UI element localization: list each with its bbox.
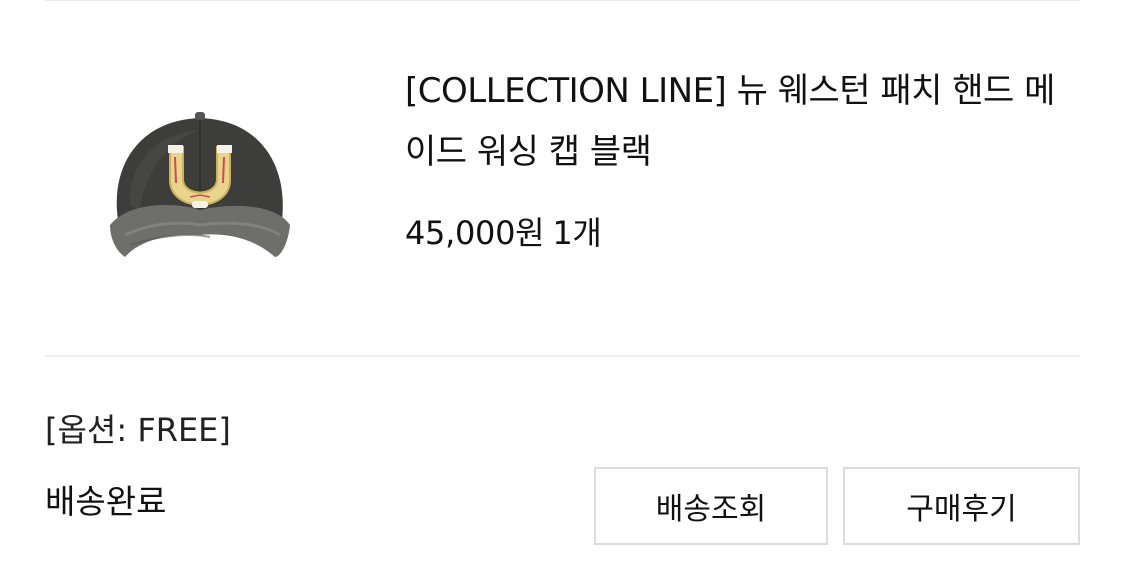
write-review-button[interactable]: 구매후기 xyxy=(843,467,1080,545)
cap-icon xyxy=(110,112,290,257)
option-label: [옵션: FREE] xyxy=(45,411,231,449)
order-item: [COLLECTION LINE] 뉴 웨스턴 패치 핸드 메이드 워싱 캡 블… xyxy=(45,55,1080,305)
product-image[interactable] xyxy=(100,85,300,270)
price: 45,000원 xyxy=(405,214,545,252)
top-divider xyxy=(45,0,1080,1)
track-delivery-button[interactable]: 배송조회 xyxy=(594,467,828,545)
product-name[interactable]: [COLLECTION LINE] 뉴 웨스턴 패치 핸드 메이드 워싱 캡 블… xyxy=(405,61,1075,183)
price-quantity: 45,000원 1개 xyxy=(405,213,602,253)
section-divider xyxy=(45,355,1080,357)
delivery-status: 배송완료 xyxy=(45,482,167,521)
quantity: 1개 xyxy=(552,214,602,252)
